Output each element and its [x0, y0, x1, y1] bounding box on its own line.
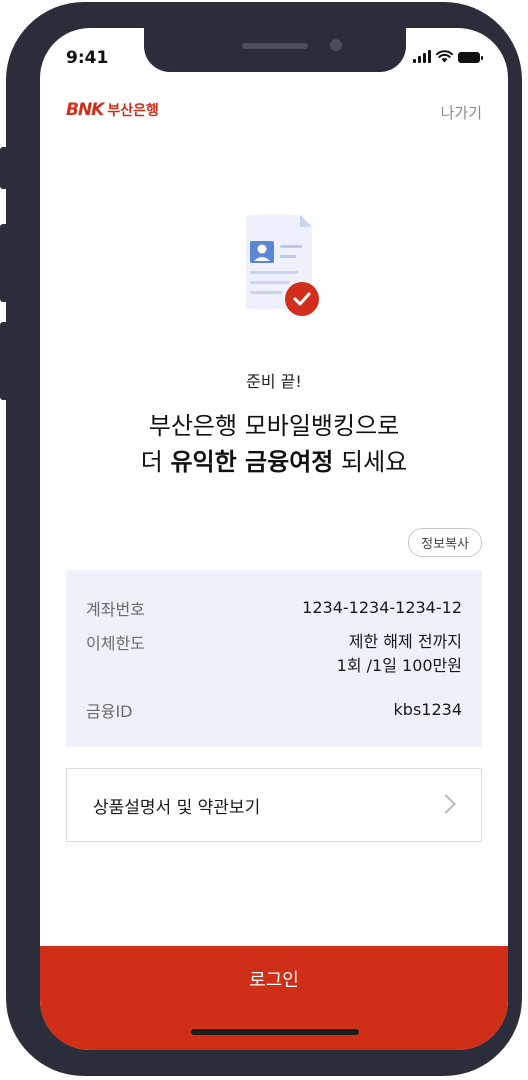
terms-label: 상품설명서 및 약관보기: [93, 798, 261, 818]
login-label: 로그인: [249, 970, 299, 991]
side-button-mute: [0, 147, 10, 189]
speaker-grille: [242, 43, 308, 49]
title-line-2-bold: 유익한 금융여정: [170, 448, 334, 476]
terms-link[interactable]: 상품설명서 및 약관보기: [66, 768, 482, 842]
logo-mark: BNK: [66, 100, 104, 120]
copy-info-button[interactable]: 정보복사: [408, 528, 482, 557]
page-title: 부산은행 모바일뱅킹으로 더 유익한 금융여정 되세요: [40, 408, 508, 480]
status-time: 9:41: [66, 48, 109, 68]
limit-value: 제한 해제 전까지 1회 /1일 100만원: [337, 630, 462, 678]
wifi-icon: [436, 50, 453, 63]
battery-icon: [458, 52, 483, 63]
id-label: 금융ID: [86, 702, 133, 721]
signal-icon: [413, 50, 431, 63]
limit-value-line-1: 제한 해제 전까지: [348, 632, 462, 651]
title-line-2-suffix: 되세요: [333, 448, 408, 476]
title-line-2: 더 유익한 금융여정 되세요: [40, 444, 508, 480]
bnk-logo: BNK 부산은행: [66, 100, 159, 120]
phone-frame: 9:41 BNK 부산은행 나가기 준비 끝! 부산은행 모바일뱅킹으로 더 유…: [0, 2, 522, 1076]
limit-label: 이체한도: [86, 634, 145, 653]
id-value: kbs1234: [393, 700, 462, 719]
account-label: 계좌번호: [86, 600, 145, 619]
title-line-1: 부산은행 모바일뱅킹으로: [148, 412, 400, 440]
app-screen: 9:41 BNK 부산은행 나가기 준비 끝! 부산은행 모바일뱅킹으로 더 유…: [40, 28, 508, 1050]
side-button-volume-down: [0, 322, 10, 400]
account-value: 1234-1234-1234-12: [302, 598, 462, 617]
sub-title: 준비 끝!: [246, 372, 302, 391]
chevron-right-icon: [436, 794, 456, 814]
status-icons: [413, 50, 483, 63]
exit-link[interactable]: 나가기: [441, 102, 482, 123]
logo-text: 부산은행: [107, 103, 159, 119]
limit-value-line-2: 1회 /1일 100만원: [336, 656, 462, 675]
title-line-2-prefix: 더: [140, 448, 171, 476]
notch: [144, 28, 406, 72]
document-check-icon: [246, 215, 319, 316]
home-indicator: [191, 1029, 359, 1035]
app-header: BNK 부산은행 나가기: [40, 98, 508, 128]
front-camera: [330, 39, 342, 51]
account-info-box: 계좌번호 1234-1234-1234-12 이체한도 제한 해제 전까지 1회…: [66, 570, 482, 747]
side-button-volume-up: [0, 224, 10, 302]
